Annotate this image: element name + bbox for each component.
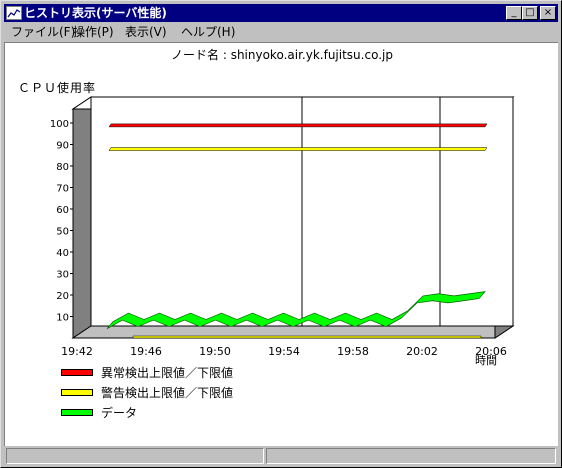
legend-label-data: データ: [101, 406, 138, 420]
x-tick-labels: 19:42 19:46 19:50 19:54 19:58 20:02 20:06: [61, 345, 507, 358]
chart-app-icon[interactable]: [6, 6, 22, 20]
y-tick-label: 20: [56, 291, 69, 302]
legend-label-error: 異常検出上限値／下限値: [101, 366, 234, 380]
legend-swatch-warning: [61, 389, 93, 396]
y-tick-label: 10: [56, 313, 69, 324]
status-pane-right: [266, 448, 556, 464]
y-tick-label: 30: [56, 270, 69, 281]
x-tick-label: 19:42: [61, 345, 93, 358]
menu-file[interactable]: ファイル(F): [8, 24, 78, 40]
status-bar: [4, 448, 558, 465]
minimize-button[interactable]: _: [506, 6, 522, 20]
menu-operation[interactable]: 操作(P): [70, 24, 117, 40]
y-tick-label: 70: [56, 184, 69, 195]
menu-bar: ファイル(F) 操作(P) 表示(V) ヘルプ(H): [4, 23, 558, 41]
close-button[interactable]: ×: [540, 6, 556, 20]
x-axis-label: 時間: [475, 354, 497, 367]
y-tick-labels: 100 90 80 70 60 50 40 30 20 10: [50, 119, 73, 324]
y-tick-label: 80: [56, 162, 69, 173]
y-tick-label: 40: [56, 248, 69, 259]
y-tick-label: 90: [56, 141, 69, 152]
threshold-upper-line: [108, 147, 488, 151]
window-title: ヒストリ表示(サーバ性能): [24, 6, 167, 20]
menu-view[interactable]: 表示(V): [122, 24, 170, 40]
threshold-upper-line: [108, 123, 488, 128]
legend-swatch-error: [61, 369, 93, 376]
cpu-history-chart: 100 90 80 70 60 50 40 30 20 10 19:42 19:46 19:50 19:…: [50, 96, 515, 367]
threshold-lower-line: [132, 335, 482, 339]
chart-area: ノード名 : shinyoko.air.yk.fujitsu.co.jp ＣＰＵ…: [4, 42, 558, 446]
menu-help[interactable]: ヘルプ(H): [178, 24, 238, 40]
x-tick-label: 19:46: [130, 345, 162, 358]
chart-left-wall: [72, 96, 92, 339]
title-bar[interactable]: ヒストリ表示(サーバ性能) _ □ ×: [4, 4, 558, 22]
x-tick-label: 20:02: [406, 345, 438, 358]
y-tick-label: 60: [56, 205, 69, 216]
x-tick-label: 19:58: [337, 345, 369, 358]
x-tick-label: 19:54: [268, 345, 300, 358]
status-pane-left: [6, 448, 264, 464]
y-tick-label: 100: [50, 119, 69, 130]
y-tick-label: 50: [56, 227, 69, 238]
history-window: ヒストリ表示(サーバ性能) _ □ × ファイル(F) 操作(P) 表示(V) …: [0, 0, 562, 468]
maximize-button[interactable]: □: [522, 6, 538, 20]
legend-label-warning: 警告検出上限値／下限値: [101, 386, 234, 400]
x-tick-label: 19:50: [199, 345, 231, 358]
legend-swatch-data: [61, 409, 93, 416]
